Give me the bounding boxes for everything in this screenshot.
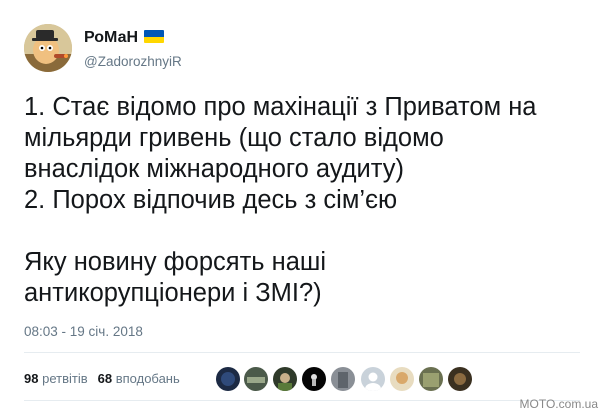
tweet-text-line: 2. Порох відпочив десь з сім’єю (24, 186, 398, 214)
retweets-count: 98 (24, 371, 39, 386)
tweet-card: РоМаН @ZadorozhnyiR 1. Стає відомо про м… (0, 0, 602, 413)
watermark: MOTO.com.ua (519, 397, 598, 411)
liker-avatar[interactable] (361, 367, 385, 391)
liker-avatar[interactable] (448, 367, 472, 391)
liker-avatar[interactable] (273, 367, 297, 391)
retweets-stat[interactable]: 98 ретвітів (24, 371, 88, 386)
tweet-stats: 98 ретвітів 68 вподобань (24, 371, 180, 386)
ukraine-flag-icon (144, 30, 165, 43)
divider (24, 400, 580, 401)
likes-stat[interactable]: 68 вподобань (98, 371, 180, 386)
tweet-text-line: внаслідок міжнародного аудиту) (24, 155, 405, 183)
tweet-text-line: Яку новину форсять наші (24, 248, 327, 276)
liker-avatar[interactable] (244, 367, 268, 391)
tweet-text: 1. Стає відомо про махінації з Приватом … (24, 92, 594, 309)
user-handle[interactable]: @ZadorozhnyiR (84, 54, 182, 69)
likes-label: вподобань (115, 371, 180, 386)
tweet-text-line: мільярди гривень (що стало відомо (24, 124, 444, 152)
liker-avatar[interactable] (331, 367, 355, 391)
tweet-timestamp[interactable]: 08:03 - 19 січ. 2018 (24, 324, 143, 339)
display-name-text: РоМаН (84, 29, 139, 46)
tweet-text-line: 1. Стає відомо про махінації з Приватом … (24, 93, 537, 121)
retweets-label: ретвітів (42, 371, 88, 386)
tweet-text-blank-line (24, 216, 594, 247)
tweet-text-line: антикорупціонери і ЗМІ?) (24, 279, 322, 307)
liker-avatar[interactable] (302, 367, 326, 391)
liker-avatar[interactable] (216, 367, 240, 391)
avatar[interactable] (24, 24, 72, 72)
liker-avatar[interactable] (419, 367, 443, 391)
avatar-cartoon-image (24, 24, 72, 72)
divider (24, 352, 580, 353)
liker-avatar[interactable] (390, 367, 414, 391)
user-display-name[interactable]: РоМаН (84, 29, 165, 47)
likes-count: 68 (97, 371, 113, 386)
